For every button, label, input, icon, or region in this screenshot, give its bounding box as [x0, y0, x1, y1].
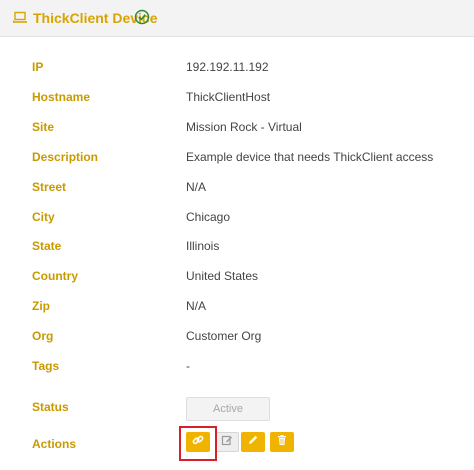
actions-label: Actions [32, 437, 77, 451]
pencil-icon [247, 433, 259, 451]
hostname-label: Hostname [32, 90, 91, 104]
delete-button[interactable] [270, 432, 294, 452]
laptop-icon [12, 11, 28, 30]
edit-details-button[interactable] [215, 432, 239, 452]
zip-label: Zip [32, 299, 50, 313]
country-row: Country United States [0, 268, 474, 290]
city-label: City [32, 210, 55, 224]
org-label: Org [32, 329, 54, 343]
site-value: Mission Rock - Virtual [186, 120, 302, 134]
org-row: Org Customer Org [0, 328, 474, 350]
site-label: Site [32, 120, 55, 134]
description-label: Description [32, 150, 99, 164]
ip-label: IP [32, 60, 44, 74]
city-value: Chicago [186, 210, 231, 224]
site-row: Site Mission Rock - Virtual [0, 119, 474, 141]
hostname-row: Hostname ThickClientHost [0, 89, 474, 111]
ip-row: IP 192.192.11.192 [0, 59, 474, 81]
check-circle-icon [134, 9, 150, 30]
edit-icon [221, 433, 233, 451]
status-badge: Active [186, 397, 270, 421]
street-label: Street [32, 180, 67, 194]
tags-value: - [186, 359, 190, 373]
tags-label: Tags [32, 359, 60, 373]
device-header: ThickClient Device [0, 0, 474, 37]
country-value: United States [186, 269, 259, 283]
description-value: Example device that needs ThickClient ac… [186, 150, 434, 164]
city-row: City Chicago [0, 209, 474, 231]
status-label: Status [32, 400, 69, 414]
edit-button[interactable] [241, 432, 265, 452]
state-row: State Illinois [0, 238, 474, 260]
hostname-value: ThickClientHost [186, 90, 271, 104]
country-label: Country [32, 269, 78, 283]
tags-row: Tags - [0, 358, 474, 380]
ip-value: 192.192.11.192 [186, 60, 269, 74]
street-row: Street N/A [0, 179, 474, 201]
state-label: State [32, 239, 62, 253]
state-value: Illinois [186, 239, 220, 253]
zip-row: Zip N/A [0, 298, 474, 320]
org-value: Customer Org [186, 329, 262, 343]
description-row: Description Example device that needs Th… [0, 149, 474, 171]
zip-value: N/A [186, 299, 207, 313]
highlight-box [179, 426, 217, 461]
trash-icon [276, 433, 288, 451]
street-value: N/A [186, 180, 207, 194]
